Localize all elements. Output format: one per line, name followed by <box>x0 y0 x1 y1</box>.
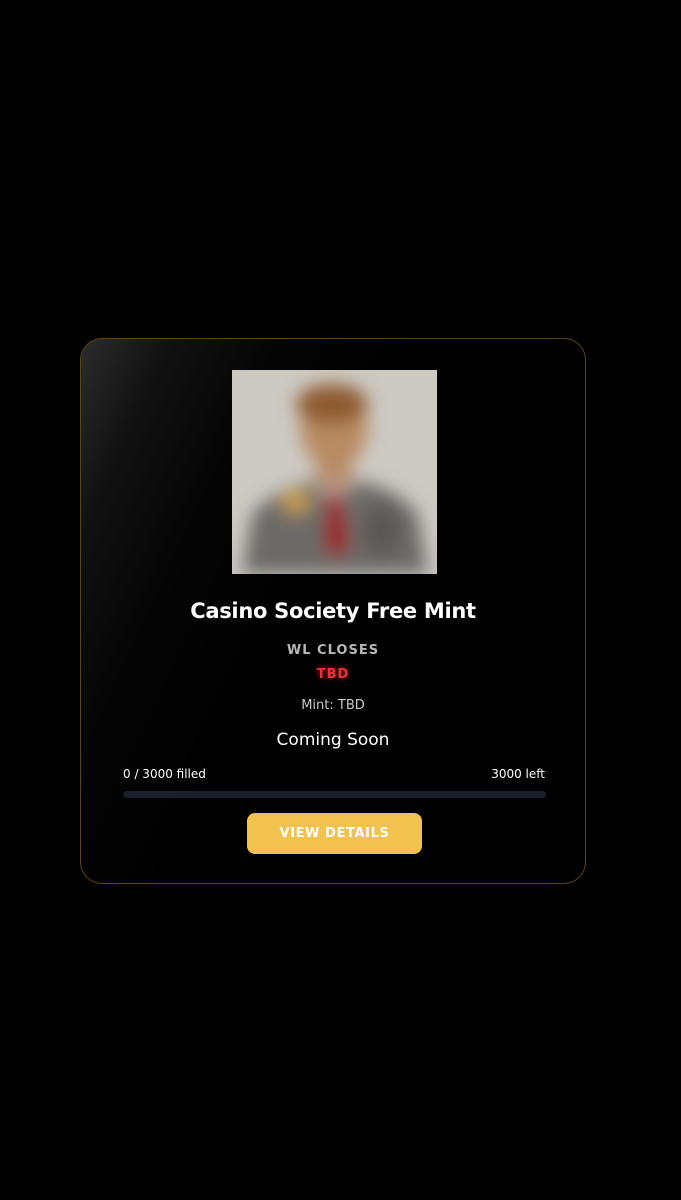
collection-title: Casino Society Free Mint <box>190 599 476 623</box>
progress-filled-count: 0 / 3000 filled <box>123 767 206 781</box>
wl-closes-value: TBD <box>316 667 350 682</box>
mint-card: Casino Society Free Mint WL CLOSES TBD M… <box>80 338 586 884</box>
wl-closes-label: WL CLOSES <box>286 643 380 658</box>
view-details-button[interactable]: VIEW DETAILS <box>247 813 422 854</box>
collection-image-art <box>232 370 437 574</box>
mint-date: Mint: TBD <box>301 698 365 713</box>
progress-bar <box>123 791 546 798</box>
progress-remaining-count: 3000 left <box>491 767 545 781</box>
status-text: Coming Soon <box>276 730 390 750</box>
collection-image <box>232 370 437 574</box>
